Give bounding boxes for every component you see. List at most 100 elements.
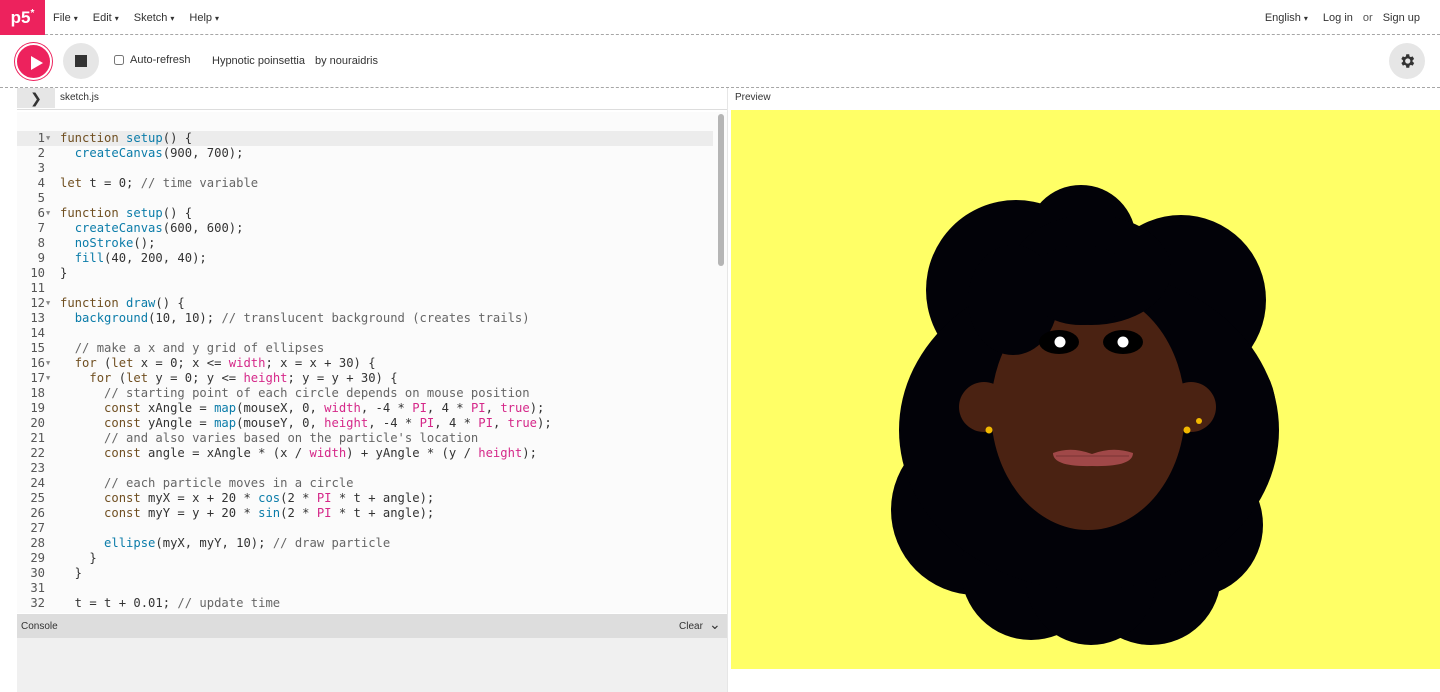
code-line[interactable]: 20 const yAngle = map(mouseY, 0, height,… <box>17 416 713 431</box>
sketch-output-portrait <box>891 185 1279 645</box>
code-line[interactable]: 9 fill(40, 200, 40); <box>17 251 713 266</box>
p5-logo[interactable]: p5* <box>0 0 45 35</box>
line-number: 20 <box>30 416 45 430</box>
code-text: } <box>60 266 68 280</box>
code-line[interactable]: 14 <box>17 326 713 341</box>
code-line[interactable]: 4 let t = 0; // time variable <box>17 176 713 191</box>
sidebar-toggle-button[interactable]: ❯ <box>17 88 55 108</box>
code-text: function setup() { <box>60 131 193 145</box>
code-line[interactable]: 1 ▼ function setup() { <box>17 131 713 146</box>
line-number: 23 <box>30 461 45 475</box>
autorefresh-checkbox[interactable] <box>114 55 124 65</box>
code-line[interactable]: 22 const angle = xAngle * (x / width) + … <box>17 446 713 461</box>
code-line[interactable]: 25 const myX = x + 20 * cos(2 * PI * t +… <box>17 491 713 506</box>
console-title: Console <box>21 621 58 632</box>
line-number: 13 <box>30 311 45 325</box>
main-menu: File ▾ Edit ▾ Sketch ▾ Help ▾ <box>53 0 234 35</box>
line-number: 10 <box>30 266 45 280</box>
pane-divider[interactable] <box>727 88 728 692</box>
code-line[interactable]: 6 ▼ function setup() { <box>17 206 713 221</box>
play-button[interactable] <box>15 43 52 80</box>
console-output <box>17 638 727 692</box>
console-clear-button[interactable]: Clear <box>679 621 703 632</box>
menu-edit[interactable]: Edit ▾ <box>93 12 119 24</box>
preview-canvas[interactable] <box>731 110 1440 669</box>
code-line[interactable]: 24 // each particle moves in a circle <box>17 476 713 491</box>
menu-sketch[interactable]: Sketch ▾ <box>134 12 175 24</box>
line-number: 7 <box>37 221 45 235</box>
scrollbar-thumb[interactable] <box>718 114 724 266</box>
code-text: // make a x and y grid of ellipses <box>74 341 325 355</box>
code-text: } <box>60 566 83 580</box>
stop-button[interactable] <box>63 43 99 79</box>
code-line[interactable]: 12 ▼ function draw() { <box>17 296 713 311</box>
code-line[interactable]: 29 } <box>17 551 713 566</box>
code-text: const angle = xAngle * (x / width) + yAn… <box>104 446 537 460</box>
code-line[interactable]: 16 ▼ for (let x = 0; x <= width; x = x + … <box>17 356 713 371</box>
code-line[interactable]: 27 <box>17 521 713 536</box>
line-number: 6 <box>37 206 45 220</box>
caret-down-icon: ▾ <box>170 13 175 23</box>
fold-toggle-icon[interactable]: ▼ <box>46 206 50 221</box>
line-number: 15 <box>30 341 45 355</box>
code-line[interactable]: 8 noStroke(); <box>17 236 713 251</box>
menu-help[interactable]: Help ▾ <box>189 12 219 24</box>
line-number: 12 <box>30 296 45 310</box>
menu-help-label: Help <box>189 11 213 24</box>
code-line[interactable]: 30 } <box>17 566 713 581</box>
menu-file[interactable]: File ▾ <box>53 12 78 24</box>
sketch-author[interactable]: by nouraidris <box>315 55 378 67</box>
menu-sketch-label: Sketch <box>133 11 168 24</box>
login-link[interactable]: Log in <box>1323 12 1353 24</box>
code-text: t = t + 0.01; // update time <box>60 596 281 610</box>
line-number: 11 <box>30 281 45 295</box>
code-line[interactable]: 31 <box>17 581 713 596</box>
code-editor[interactable]: 1 ▼ function setup() {2 createCanvas(900, … <box>17 112 727 613</box>
fold-toggle-icon[interactable]: ▼ <box>46 356 50 371</box>
code-line[interactable]: 10} <box>17 266 713 281</box>
code-line[interactable]: 2 createCanvas(900, 700); <box>17 146 713 161</box>
code-line[interactable]: 19 const xAngle = map(mouseX, 0, width, … <box>17 401 713 416</box>
code-line[interactable]: 17 ▼ for (let y = 0; y <= height; y = y +… <box>17 371 713 386</box>
code-text: const xAngle = map(mouseX, 0, width, -4 … <box>104 401 545 415</box>
language-label: English <box>1264 11 1301 24</box>
editor-scrollbar[interactable] <box>716 112 727 613</box>
language-dropdown[interactable]: English ▾ <box>1265 12 1308 24</box>
settings-button[interactable] <box>1389 43 1425 79</box>
editor-tabbar: ❯ sketch.js <box>17 88 727 110</box>
fold-toggle-icon[interactable]: ▼ <box>46 296 50 311</box>
code-text: // starting point of each circle depends… <box>104 386 530 400</box>
line-number: 26 <box>30 506 45 520</box>
fold-toggle-icon[interactable]: ▼ <box>46 131 50 146</box>
code-line[interactable]: 11 <box>17 281 713 296</box>
code-line[interactable]: 13 background(10, 10); // translucent ba… <box>17 311 713 326</box>
line-number: 22 <box>30 446 45 460</box>
chevron-down-icon[interactable]: ⌄ <box>709 616 721 633</box>
code-text: background(10, 10); // translucent backg… <box>74 311 530 325</box>
code-area[interactable]: 1 ▼ function setup() {2 createCanvas(900, … <box>17 131 713 611</box>
code-line[interactable]: 26 const myY = y + 20 * sin(2 * PI * t +… <box>17 506 713 521</box>
gear-icon <box>1401 54 1415 68</box>
code-line[interactable]: 32 t = t + 0.01; // update time <box>17 596 713 611</box>
code-line[interactable]: 3 <box>17 161 713 176</box>
signup-link[interactable]: Sign up <box>1383 12 1420 24</box>
code-line[interactable]: 28 ellipse(myX, myY, 10); // draw partic… <box>17 536 713 551</box>
code-line[interactable]: 18 // starting point of each circle depe… <box>17 386 713 401</box>
code-line[interactable]: 21 // and also varies based on the parti… <box>17 431 713 446</box>
code-line[interactable]: 15 // make a x and y grid of ellipses <box>17 341 713 356</box>
line-number: 24 <box>30 476 45 490</box>
file-tab-sketch-js[interactable]: sketch.js <box>60 92 99 103</box>
code-text: ellipse(myX, myY, 10); // draw particle <box>104 536 391 550</box>
line-number: 18 <box>30 386 45 400</box>
code-line[interactable]: 7 createCanvas(600, 600); <box>17 221 713 236</box>
preview-label: Preview <box>735 92 771 103</box>
autorefresh-toggle[interactable]: Auto-refresh <box>114 54 191 66</box>
code-text: noStroke(); <box>74 236 156 250</box>
fold-toggle-icon[interactable]: ▼ <box>46 371 50 386</box>
logo-asterisk: * <box>30 8 35 19</box>
sketch-name[interactable]: Hypnotic poinsettia <box>212 55 305 67</box>
code-line[interactable]: 5 <box>17 191 713 206</box>
line-number: 19 <box>30 401 45 415</box>
line-number: 14 <box>30 326 45 340</box>
code-line[interactable]: 23 <box>17 461 713 476</box>
